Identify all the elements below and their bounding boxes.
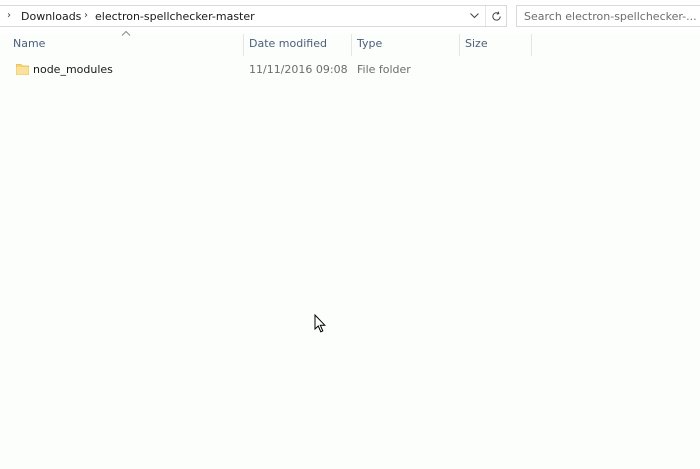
- column-header-size[interactable]: Size: [459, 32, 531, 58]
- chevron-down-icon: [469, 13, 479, 19]
- breadcrumb-downloads[interactable]: Downloads: [21, 10, 81, 23]
- sort-ascending-icon: [121, 30, 131, 36]
- refresh-icon: [492, 10, 501, 21]
- file-type: File folder: [357, 63, 411, 76]
- search-box[interactable]: [516, 5, 700, 27]
- navigation-bar: › Downloads › electron-spellchecker-mast…: [0, 0, 700, 34]
- search-input[interactable]: [517, 6, 700, 26]
- mouse-pointer-icon: [314, 314, 326, 333]
- column-headers: Name Date modified Type Size: [0, 32, 700, 58]
- column-header-type[interactable]: Type: [351, 32, 459, 58]
- file-name[interactable]: node_modules: [33, 60, 113, 80]
- address-bar[interactable]: › Downloads › electron-spellchecker-mast…: [0, 5, 507, 27]
- column-header-date-modified[interactable]: Date modified: [243, 32, 351, 58]
- column-divider[interactable]: [531, 34, 532, 56]
- file-explorer-window: › Downloads › electron-spellchecker-mast…: [0, 0, 700, 469]
- refresh-button[interactable]: [485, 6, 507, 26]
- breadcrumb-current-folder[interactable]: electron-spellchecker-master: [95, 10, 255, 23]
- breadcrumb-chevron-icon[interactable]: ›: [84, 10, 88, 21]
- breadcrumb-chevron-icon[interactable]: ›: [7, 10, 11, 21]
- list-item[interactable]: node_modules 11/11/2016 09:08 File folde…: [0, 60, 540, 80]
- folder-icon: [16, 64, 29, 75]
- file-date-modified: 11/11/2016 09:08: [249, 63, 348, 76]
- address-dropdown-button[interactable]: [463, 6, 485, 26]
